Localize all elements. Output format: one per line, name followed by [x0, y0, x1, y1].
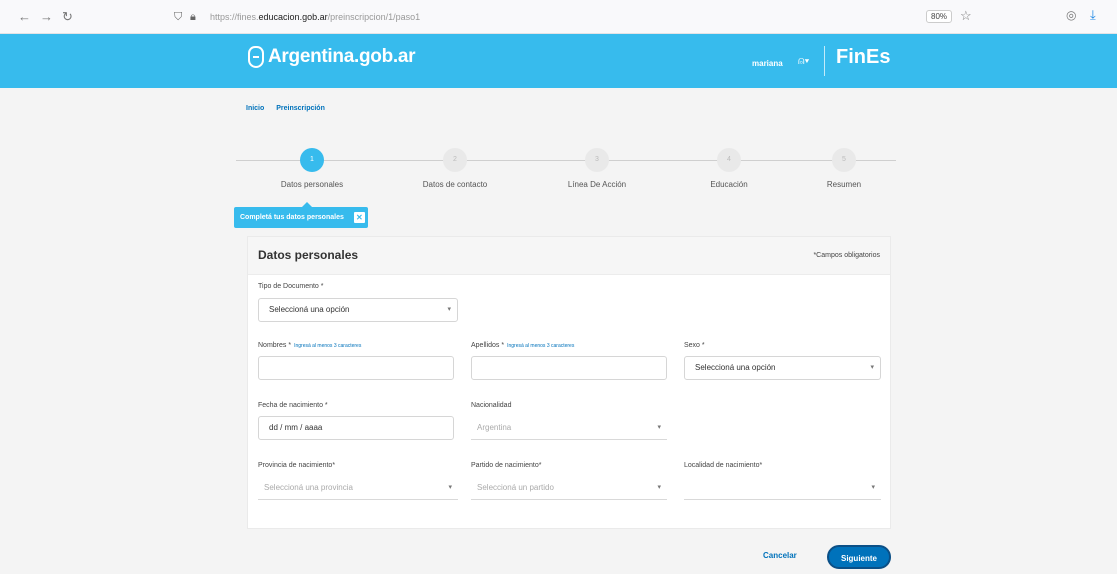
card-header: Datos personales *Campos obligatorios [248, 237, 890, 275]
partido-select[interactable]: Seleccioná un partido ▾ [471, 476, 667, 500]
breadcrumb-home[interactable]: Inicio [246, 105, 264, 112]
sexo-label: Sexo * [684, 342, 705, 349]
card-title: Datos personales [258, 248, 359, 262]
forward-icon[interactable]: → [40, 9, 53, 24]
step-circle: 1 [300, 148, 324, 172]
nombres-input[interactable] [258, 356, 454, 380]
pocket-icon[interactable]: ◎ [1066, 8, 1076, 22]
site-logo[interactable]: Argentina.gob.ar [268, 46, 416, 68]
download-icon[interactable]: ⤓ [1090, 7, 1096, 23]
apellidos-input[interactable] [471, 356, 667, 380]
provincia-value: Seleccioná una provincia [264, 483, 353, 492]
partido-label: Partido de nacimiento* [471, 462, 542, 469]
step-datos-contacto: 2 Datos de contacto [395, 148, 515, 189]
nacionalidad-value: Argentina [477, 423, 512, 432]
apellidos-hint: Ingresá al menos 3 caracteres [507, 343, 575, 349]
chevron-down-icon: ▾ [448, 484, 452, 491]
cancel-button[interactable]: Cancelar [763, 551, 797, 560]
nombres-label: Nombres * Ingresá al menos 3 caracteres [258, 342, 362, 349]
step-label: Resumen [826, 180, 862, 189]
back-icon[interactable]: ← [18, 9, 31, 24]
site-header: Argentina.gob.ar mariana ⍝▾ FinEs [0, 34, 1117, 88]
chevron-down-icon: ▾ [657, 424, 661, 431]
next-button[interactable]: Siguiente [827, 545, 891, 569]
chevron-down-icon: ▾ [870, 364, 874, 371]
step-linea-accion: 3 Línea De Acción [537, 148, 657, 189]
sexo-value: Seleccioná una opción [695, 363, 776, 372]
localidad-label: Localidad de nacimiento* [684, 462, 763, 469]
step-circle: 3 [585, 148, 609, 172]
step-resumen: 5 Resumen [784, 148, 904, 189]
datos-personales-card: Datos personales *Campos obligatorios Ti… [247, 236, 891, 529]
localidad-select[interactable]: ▾ [684, 476, 881, 500]
chevron-down-icon: ▾ [447, 306, 451, 313]
lock-icon: 🔒︎ [190, 11, 196, 23]
url-text: https://fines.educacion.gob.ar/preinscri… [210, 12, 421, 22]
fecha-nacimiento-input[interactable]: dd / mm / aaaa [258, 416, 454, 440]
hint-tooltip: Completá tus datos personales ✕ [234, 202, 368, 228]
tipo-documento-select[interactable]: Seleccioná una opción ▾ [258, 298, 458, 322]
brand-fines[interactable]: FinEs [836, 46, 890, 69]
step-label: Datos de contacto [422, 180, 488, 189]
shield-icon: ⛉ [174, 11, 183, 23]
tipo-documento-label: Tipo de Documento * [258, 283, 324, 290]
chevron-down-icon: ▾ [871, 484, 875, 491]
breadcrumb-current: Preinscripción [276, 105, 325, 112]
step-circle: 4 [717, 148, 741, 172]
chevron-down-icon: ▾ [657, 484, 661, 491]
zoom-level[interactable]: 80% [926, 10, 953, 23]
apellidos-label: Apellidos * Ingresá al menos 3 caracteres [471, 342, 575, 349]
step-circle: 5 [832, 148, 856, 172]
provincia-label: Provincia de nacimiento* [258, 462, 336, 469]
reload-icon[interactable]: ↻ [62, 9, 73, 25]
argentina-shield-icon [248, 46, 264, 68]
close-icon[interactable]: ✕ [353, 212, 365, 223]
browser-toolbar: ← → ↻ ⛉ 🔒︎ https://fines.educacion.gob.a… [0, 0, 1117, 34]
partido-value: Seleccioná un partido [477, 483, 554, 492]
tooltip-text: Completá tus datos personales [240, 214, 344, 221]
breadcrumb: Inicio Preinscripción [246, 105, 335, 112]
sexo-select[interactable]: Seleccioná una opción ▾ [684, 356, 881, 380]
user-name[interactable]: mariana [752, 59, 783, 68]
step-label: Línea De Acción [567, 180, 627, 189]
bookmark-star-icon[interactable]: ☆ [960, 8, 972, 24]
address-bar[interactable]: ⛉ 🔒︎ https://fines.educacion.gob.ar/prei… [170, 6, 915, 28]
step-label: Educación [710, 180, 748, 189]
step-datos-personales: 1 Datos personales [252, 148, 372, 189]
header-divider [824, 46, 825, 76]
nombres-hint: Ingresá al menos 3 caracteres [294, 343, 362, 349]
provincia-select[interactable]: Seleccioná una provincia ▾ [258, 476, 458, 500]
fecha-nacimiento-label: Fecha de nacimiento * [258, 402, 328, 409]
step-educacion: 4 Educación [669, 148, 789, 189]
required-note: *Campos obligatorios [813, 252, 880, 259]
nacionalidad-select: Argentina ▾ [471, 416, 667, 440]
tipo-documento-value: Seleccioná una opción [269, 305, 350, 314]
nacionalidad-label: Nacionalidad [471, 402, 512, 409]
user-menu-icon[interactable]: ⍝▾ [798, 55, 809, 68]
step-label: Datos personales [280, 180, 344, 189]
step-circle: 2 [443, 148, 467, 172]
